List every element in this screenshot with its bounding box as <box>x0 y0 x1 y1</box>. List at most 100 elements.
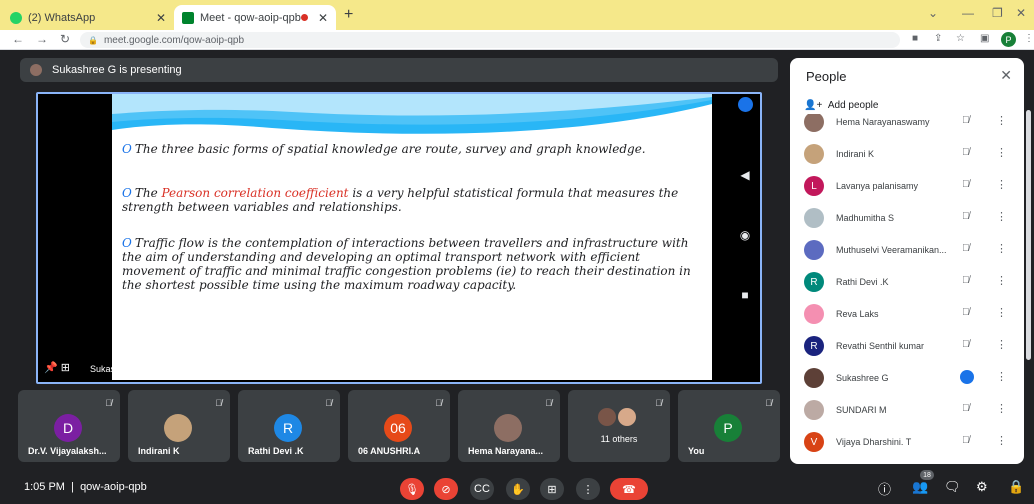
list-item[interactable]: Hema Narayanaswamy 🎙̸ ⋮ <box>790 114 1024 136</box>
avatar: R <box>804 272 824 292</box>
list-item[interactable]: Indirani K 🎙̸ ⋮ <box>790 136 1024 168</box>
meeting-time: 1:05 PM <box>24 481 65 493</box>
whatsapp-icon <box>10 11 22 24</box>
participant-name: Hema Narayana... <box>468 446 544 456</box>
star-icon[interactable]: ☆ <box>956 33 965 44</box>
more-icon[interactable]: ⋮ <box>996 210 1007 223</box>
person-name: Lavanya palanisamy <box>836 181 919 191</box>
list-item[interactable]: Reva Laks 🎙̸ ⋮ <box>790 296 1024 328</box>
more-icon[interactable]: ⋮ <box>996 338 1007 351</box>
tab-meet[interactable]: Meet - qow-aoip-qpb ✕ <box>174 5 336 30</box>
participant-name: You <box>688 446 705 456</box>
restore-button[interactable]: ❐ <box>992 6 1003 20</box>
tab-whatsapp[interactable]: (2) WhatsApp ✕ <box>2 5 174 30</box>
sidepanel-icon[interactable]: ▣ <box>980 33 989 44</box>
mic-off-icon: 🎙̸ <box>962 435 970 446</box>
new-tab-button[interactable]: + <box>344 6 353 24</box>
more-icon[interactable]: ⋮ <box>996 306 1007 319</box>
present-button[interactable]: ⊞ <box>540 478 564 500</box>
camera-icon[interactable]: ■ <box>912 33 918 44</box>
tab-title: (2) WhatsApp <box>28 11 96 24</box>
more-icon[interactable]: ⋮ <box>996 434 1007 447</box>
avatar <box>598 408 616 426</box>
close-icon[interactable]: ✕ <box>156 11 166 25</box>
share-icon[interactable]: ⇪ <box>934 33 942 44</box>
self-tile[interactable]: 🎙̸ P You <box>678 390 780 462</box>
mic-off-icon: 🎙̸ <box>962 115 970 126</box>
close-icon[interactable]: ✕ <box>318 11 328 25</box>
menu-icon[interactable]: ⋮ <box>1024 33 1034 44</box>
meeting-code: qow-aoip-qpb <box>80 481 147 493</box>
close-icon[interactable]: ✕ <box>1000 67 1012 84</box>
list-item[interactable]: R Revathi Senthil kumar 🎙̸ ⋮ <box>790 328 1024 360</box>
avatar <box>804 208 824 228</box>
avatar <box>804 400 824 420</box>
chat-icon[interactable]: 🗨 <box>944 479 961 495</box>
add-people-label: Add people <box>827 100 879 111</box>
minimize-button[interactable]: — <box>962 6 974 20</box>
add-people-button[interactable]: 👤+ Add people <box>804 100 878 111</box>
more-icon[interactable]: ⋮ <box>996 402 1007 415</box>
presenter-name-tag: Sukashree G <box>90 364 143 374</box>
camera-toggle-button[interactable]: ⊘ <box>434 478 458 500</box>
list-item[interactable]: Muthuselvi Veeramanikan... 🎙̸ ⋮ <box>790 232 1024 264</box>
more-icon[interactable]: ⋮ <box>996 178 1007 191</box>
slide-header-wave <box>112 94 712 134</box>
people-icon[interactable]: 👥 <box>912 479 928 495</box>
record-icon[interactable]: ◉ <box>738 228 752 242</box>
address-bar: ← → ↻ 🔒 meet.google.com/qow-aoip-qpb ■ ⇪… <box>0 30 1034 50</box>
list-item[interactable]: V Vijaya Dharshini. T 🎙̸ ⋮ <box>790 424 1024 456</box>
person-name: SUNDARI M <box>836 405 887 415</box>
more-icon[interactable]: ⋮ <box>996 274 1007 287</box>
bullet-marker: O <box>122 186 132 200</box>
avatar: D <box>54 414 82 442</box>
participant-tile[interactable]: 🎙̸ D Dr.V. Vijayalaksh... <box>18 390 120 462</box>
mic-off-icon: 🎙̸ <box>962 243 970 254</box>
end-call-button[interactable]: ☎ <box>610 478 648 500</box>
avatar: L <box>804 176 824 196</box>
mic-off-icon: 🎙̸ <box>545 398 552 408</box>
scrollbar[interactable] <box>1026 110 1031 360</box>
meeting-toolbar: 1:05 PM | qow-aoip-qpb 🎙 ⊘ CC ✋ ⊞ ⋮ ☎ ⓘ … <box>0 470 1034 504</box>
tab-title: Meet - qow-aoip-qpb <box>200 11 301 24</box>
bullet-text: The <box>134 186 162 200</box>
reload-icon[interactable]: ↻ <box>60 32 70 46</box>
slide-bullet-2: O The Pearson correlation coefficient is … <box>122 186 692 214</box>
forward-icon[interactable]: → <box>36 32 48 46</box>
participant-tile[interactable]: 🎙̸ Indirani K <box>128 390 230 462</box>
more-icon[interactable]: ⋮ <box>996 370 1007 383</box>
activities-icon[interactable]: ⚙ <box>976 479 988 495</box>
more-icon[interactable]: ⋮ <box>996 242 1007 255</box>
more-icon[interactable]: ⋮ <box>996 146 1007 159</box>
url-field[interactable]: 🔒 meet.google.com/qow-aoip-qpb <box>80 32 900 48</box>
stop-icon[interactable]: ■ <box>738 288 752 302</box>
pin-icon[interactable]: 📌 ⊞ <box>44 361 70 374</box>
arrow-left-icon[interactable]: ◀ <box>738 168 752 182</box>
list-item[interactable]: L Lavanya palanisamy 🎙̸ ⋮ <box>790 168 1024 200</box>
host-controls-icon[interactable]: 🔒 <box>1008 479 1024 495</box>
person-name: Muthuselvi Veeramanikan... <box>836 245 947 255</box>
avatar: R <box>274 414 302 442</box>
info-icon[interactable]: ⓘ <box>878 479 891 498</box>
raise-hand-button[interactable]: ✋ <box>506 478 530 500</box>
others-tile[interactable]: 🎙̸ 11 others <box>568 390 670 462</box>
mic-off-icon: 🎙̸ <box>325 398 332 408</box>
profile-avatar[interactable]: P <box>1001 32 1016 47</box>
list-item[interactable]: Madhumitha S 🎙̸ ⋮ <box>790 200 1024 232</box>
participant-tile[interactable]: 🎙̸ Hema Narayana... <box>458 390 560 462</box>
highlight-text: Pearson correlation coefficient <box>161 186 349 200</box>
list-item[interactable]: R Rathi Devi .K 🎙̸ ⋮ <box>790 264 1024 296</box>
list-item[interactable]: Sukashree G ⋮ <box>790 360 1024 392</box>
chevron-down-icon[interactable]: ⌄ <box>928 6 938 20</box>
mic-off-icon: 🎙̸ <box>655 398 662 408</box>
more-options-button[interactable]: ⋮ <box>576 478 600 500</box>
avatar <box>804 368 824 388</box>
close-window-button[interactable]: ✕ <box>1016 6 1026 20</box>
back-icon[interactable]: ← <box>12 32 24 46</box>
mic-toggle-button[interactable]: 🎙 <box>400 478 424 500</box>
participant-tile[interactable]: 🎙̸ 06 06 ANUSHRI.A <box>348 390 450 462</box>
participant-tile[interactable]: 🎙̸ R Rathi Devi .K <box>238 390 340 462</box>
captions-button[interactable]: CC <box>470 478 494 500</box>
more-icon[interactable]: ⋮ <box>996 114 1007 127</box>
list-item[interactable]: SUNDARI M 🎙̸ ⋮ <box>790 392 1024 424</box>
